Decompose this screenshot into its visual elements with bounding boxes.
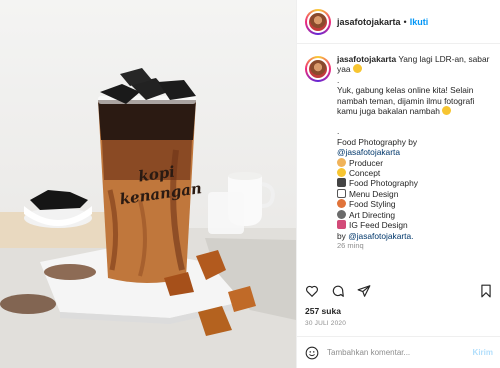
person-emoji-icon bbox=[337, 157, 346, 167]
post-comment-button[interactable]: Kirim bbox=[473, 348, 493, 357]
by-prefix: by bbox=[337, 230, 346, 241]
role-food-styling: Food Styling bbox=[349, 199, 396, 210]
likes-count[interactable]: 257 suka bbox=[305, 306, 341, 316]
time-ago: 26 minq bbox=[337, 240, 364, 250]
comment-input[interactable] bbox=[327, 348, 457, 357]
caption-dot: . bbox=[337, 74, 340, 85]
caption-dot: . bbox=[337, 126, 340, 137]
share-icon[interactable] bbox=[357, 284, 371, 298]
caption-paragraph: Yuk, gabung kelas online kita! Selain na… bbox=[337, 85, 475, 117]
role-concept: Concept bbox=[349, 168, 381, 179]
post-photo[interactable]: kopi kenangan bbox=[0, 0, 296, 368]
role-menu-design: Menu Design bbox=[349, 188, 399, 199]
post-details-panel: jasafotojakarta • Ikuti jasafotojakarta … bbox=[296, 0, 500, 368]
camera-emoji-icon bbox=[337, 178, 346, 188]
art-emoji-icon bbox=[337, 209, 346, 219]
header-username[interactable]: jasafotojakarta bbox=[337, 17, 401, 27]
food-emoji-icon bbox=[337, 199, 346, 209]
credit-handle-link[interactable]: @jasafotojakarta bbox=[337, 147, 400, 157]
credit-line: Food Photography by bbox=[337, 136, 418, 147]
caption-avatar[interactable] bbox=[305, 56, 331, 82]
post-header: jasafotojakarta • Ikuti bbox=[297, 0, 500, 44]
role-food-photography: Food Photography bbox=[349, 178, 418, 189]
by-handle-link[interactable]: @jasafotojakarta. bbox=[348, 231, 413, 241]
ig-emoji-icon bbox=[337, 220, 346, 230]
role-ig-feed-design: IG Feed Design bbox=[349, 220, 408, 231]
caption-username[interactable]: jasafotojakarta bbox=[337, 54, 396, 64]
caption: jasafotojakarta Yang lagi LDR-an, sabar … bbox=[305, 54, 497, 251]
post-date: 30 JULI 2020 bbox=[305, 320, 347, 327]
smile-emoji-icon bbox=[442, 106, 452, 116]
face-emoji-icon bbox=[337, 168, 346, 178]
emoji-icon[interactable] bbox=[305, 346, 319, 360]
menu-emoji-icon bbox=[337, 188, 346, 198]
role-producer: Producer bbox=[349, 157, 383, 168]
avatar[interactable] bbox=[305, 8, 331, 35]
caption-body: jasafotojakarta Yang lagi LDR-an, sabar … bbox=[337, 54, 497, 251]
smile-emoji-icon bbox=[352, 64, 362, 74]
follow-button[interactable]: Ikuti bbox=[410, 17, 429, 27]
action-bar bbox=[305, 282, 493, 302]
bookmark-icon[interactable] bbox=[479, 284, 493, 298]
comment-icon[interactable] bbox=[331, 284, 345, 298]
comment-bar: Kirim bbox=[297, 336, 500, 368]
heart-icon[interactable] bbox=[305, 284, 319, 298]
role-art-directing: Art Directing bbox=[349, 209, 396, 220]
separator-dot: • bbox=[403, 16, 407, 27]
